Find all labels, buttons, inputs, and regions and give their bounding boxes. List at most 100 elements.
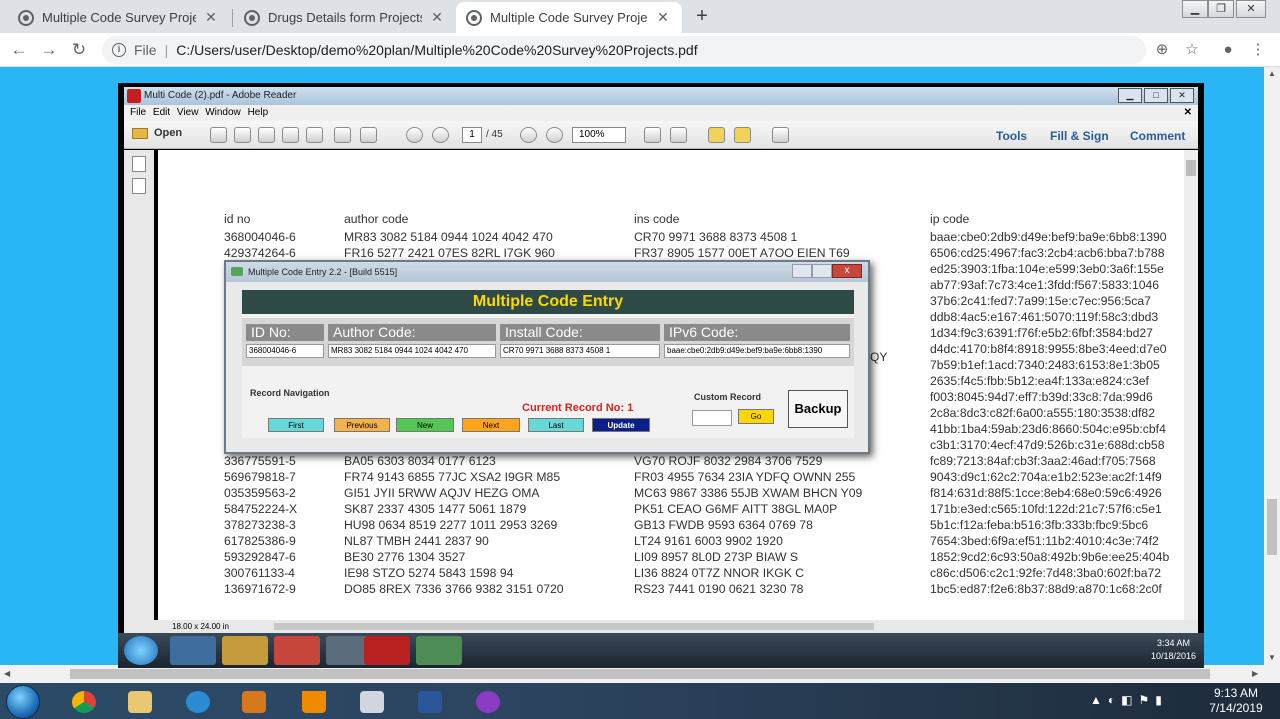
scroll-left-icon[interactable]: ◀ [4, 669, 10, 678]
app-taskbar-button[interactable] [462, 685, 514, 719]
current-record: Current Record No: 1 [522, 402, 634, 414]
table-cell: LI36 8824 0T7Z NNOR IKGK C [634, 566, 805, 580]
table-cell: ab77:93af:7c73:4ce1:3fdd:f567:5833:1046 [930, 278, 1160, 292]
close-icon[interactable]: ✕ [202, 9, 220, 26]
dialog-title: Multiple Code Entry 2.2 - [Build 5515] [248, 267, 398, 277]
table-cell: 7654:3bed:6f9a:ef51:11b2:4010:4c3e:74f2 [930, 534, 1159, 548]
table-cell: FR03 4955 7634 23IA YDFQ OWNN 255 [634, 470, 856, 484]
table-cell: 1bc5:ed87:f2e6:8b37:88d9:a870:1c68:2c0f [930, 582, 1162, 596]
divider: | [164, 42, 169, 58]
scroll-thumb[interactable] [70, 669, 1210, 679]
vertical-scrollbar[interactable]: ▲ ▼ [1264, 67, 1280, 665]
close-icon[interactable]: ✕ [654, 9, 672, 26]
column-header: ins code [634, 212, 680, 226]
id-label: ID No: [246, 324, 324, 341]
custom-record-label: Custom Record [694, 392, 762, 402]
windows-taskbar: ▲◐◧⚑▮ 9:13 AM 7/14/2019 [0, 683, 1280, 719]
back-arrow-icon[interactable]: ← [8, 39, 30, 61]
new-tab-button[interactable]: + [690, 5, 714, 29]
table-cell: MR83 3082 5184 0944 1024 4042 470 [344, 230, 553, 244]
page-size: 18.00 x 24.00 in [172, 622, 229, 631]
reader-sidebar [124, 150, 154, 620]
media-player-icon [242, 691, 266, 713]
column-header: author code [344, 212, 409, 226]
reader-titlebar: Multi Code (2).pdf - Adobe Reader ▁ □ ✕ [124, 87, 1198, 105]
ie-taskbar-button[interactable] [172, 685, 224, 719]
app-icon [231, 267, 243, 276]
app-icon [416, 636, 462, 665]
table-cell: CR70 9971 3688 8373 4508 1 [634, 230, 798, 244]
close-icon: x [832, 264, 862, 278]
column-header: ip code [930, 212, 970, 226]
word-taskbar-button[interactable] [404, 685, 456, 719]
table-cell: 569679818-7 [224, 470, 296, 484]
calculator-taskbar-button[interactable] [346, 685, 398, 719]
minimize-button[interactable]: ▁ [1182, 0, 1208, 18]
author-label: Author Code: [328, 324, 496, 341]
record-navigation: Record Navigation Current Record No: 1 F… [242, 384, 854, 438]
explorer-taskbar-button[interactable] [114, 685, 166, 719]
star-icon[interactable]: ☆ [1182, 40, 1202, 60]
table-cell: LI09 8957 8L0D 273P BIAW S [634, 550, 798, 564]
prev-page-icon [406, 127, 423, 143]
folder-icon [128, 691, 152, 713]
create-icon [210, 127, 227, 143]
system-tray[interactable]: ▲◐◧⚑▮ [1090, 693, 1168, 707]
dialog-body: Multiple Code Entry ID No: Author Code: … [242, 290, 854, 438]
info-icon[interactable]: i [112, 43, 126, 57]
custom-record-input [692, 410, 732, 426]
page-total: / 45 [486, 129, 503, 140]
scroll-right-icon[interactable]: ▶ [1252, 669, 1258, 678]
table-cell: FR74 9143 6855 77JC XSA2 I9GR M85 [344, 470, 561, 484]
open-button: Open [132, 127, 182, 139]
table-cell: 593292847-6 [224, 550, 296, 564]
install-label: Install Code: [500, 324, 660, 341]
folder-icon [132, 127, 148, 139]
system-clock[interactable]: 9:13 AM 7/14/2019 [1206, 686, 1266, 716]
account-icon[interactable]: ● [1218, 40, 1238, 60]
embedded-taskbar: 3:34 AM 10/18/2016 [118, 633, 1204, 668]
open-label: Open [154, 127, 183, 139]
table-cell: ed25:3903:1fba:104e:e599:3eb0:3a6f:155e [930, 262, 1164, 276]
mail-icon [360, 127, 377, 143]
tab-3-active[interactable]: Multiple Code Survey Projects.pd ✕ [456, 2, 682, 33]
menu-help: Help [247, 107, 269, 118]
url-text[interactable]: C:/Users/user/Desktop/demo%20plan/Multip… [176, 42, 697, 58]
save-icon [306, 127, 323, 143]
close-window-button[interactable]: ✕ [1236, 0, 1266, 18]
ie-icon [170, 636, 216, 665]
table-cell: 9043:d9c1:62c2:704a:e1b2:523e:ac2f:14f9 [930, 470, 1162, 484]
table-cell: BE30 2776 1304 3527 [344, 550, 466, 564]
close-icon: ✕ [1170, 88, 1194, 103]
restore-button[interactable]: ❐ [1208, 0, 1234, 18]
chrome-taskbar-button[interactable] [58, 685, 110, 719]
vlc-taskbar-button[interactable] [288, 685, 340, 719]
forward-arrow-icon[interactable]: → [38, 39, 60, 61]
start-button[interactable] [6, 685, 40, 719]
menu-dots-icon[interactable]: ⋮ [1248, 40, 1268, 60]
reload-icon[interactable]: ↻ [68, 39, 90, 61]
minimize-icon: ▁ [1118, 88, 1142, 103]
table-cell: DO85 8REX 7336 3766 9382 3151 0720 [344, 582, 564, 596]
windows-logo-icon [124, 636, 158, 665]
tab-2[interactable]: Drugs Details form Projects.pdf ✕ [234, 2, 456, 33]
zoom-field: 100% [572, 127, 626, 143]
install-field: CR70 9971 3688 8373 4508 1 [500, 344, 660, 358]
table-cell: BA05 6303 8034 0177 6123 [344, 454, 496, 468]
scroll-up-icon[interactable]: ▲ [1268, 69, 1276, 78]
address-bar[interactable]: i File | C:/Users/user/Desktop/demo%20pl… [102, 36, 1146, 64]
zoom-icon[interactable]: ⊕ [1152, 40, 1172, 60]
close-icon[interactable]: ✕ [428, 9, 446, 26]
embedded-clock: 3:34 AM 10/18/2016 [1151, 637, 1196, 663]
previous-button: Previous [334, 418, 390, 432]
table-cell: 7b59:b1ef:1acd:7340:2483:6153:8e1:3b05 [930, 358, 1160, 372]
tab-1[interactable]: Multiple Code Survey Projects.pd ✕ [8, 2, 230, 33]
scroll-thumb[interactable] [1267, 499, 1277, 555]
scroll-down-icon[interactable]: ▼ [1268, 653, 1276, 662]
scroll-thumb [1186, 160, 1196, 176]
table-cell: 5b1c:f12a:feba:b516:3fb:333b:fbc9:5bc6 [930, 518, 1149, 532]
media-taskbar-button[interactable] [228, 685, 280, 719]
fit-page-icon [670, 127, 687, 143]
tab-separator [232, 9, 233, 27]
table-cell: NL87 TMBH 2441 2837 90 [344, 534, 489, 548]
